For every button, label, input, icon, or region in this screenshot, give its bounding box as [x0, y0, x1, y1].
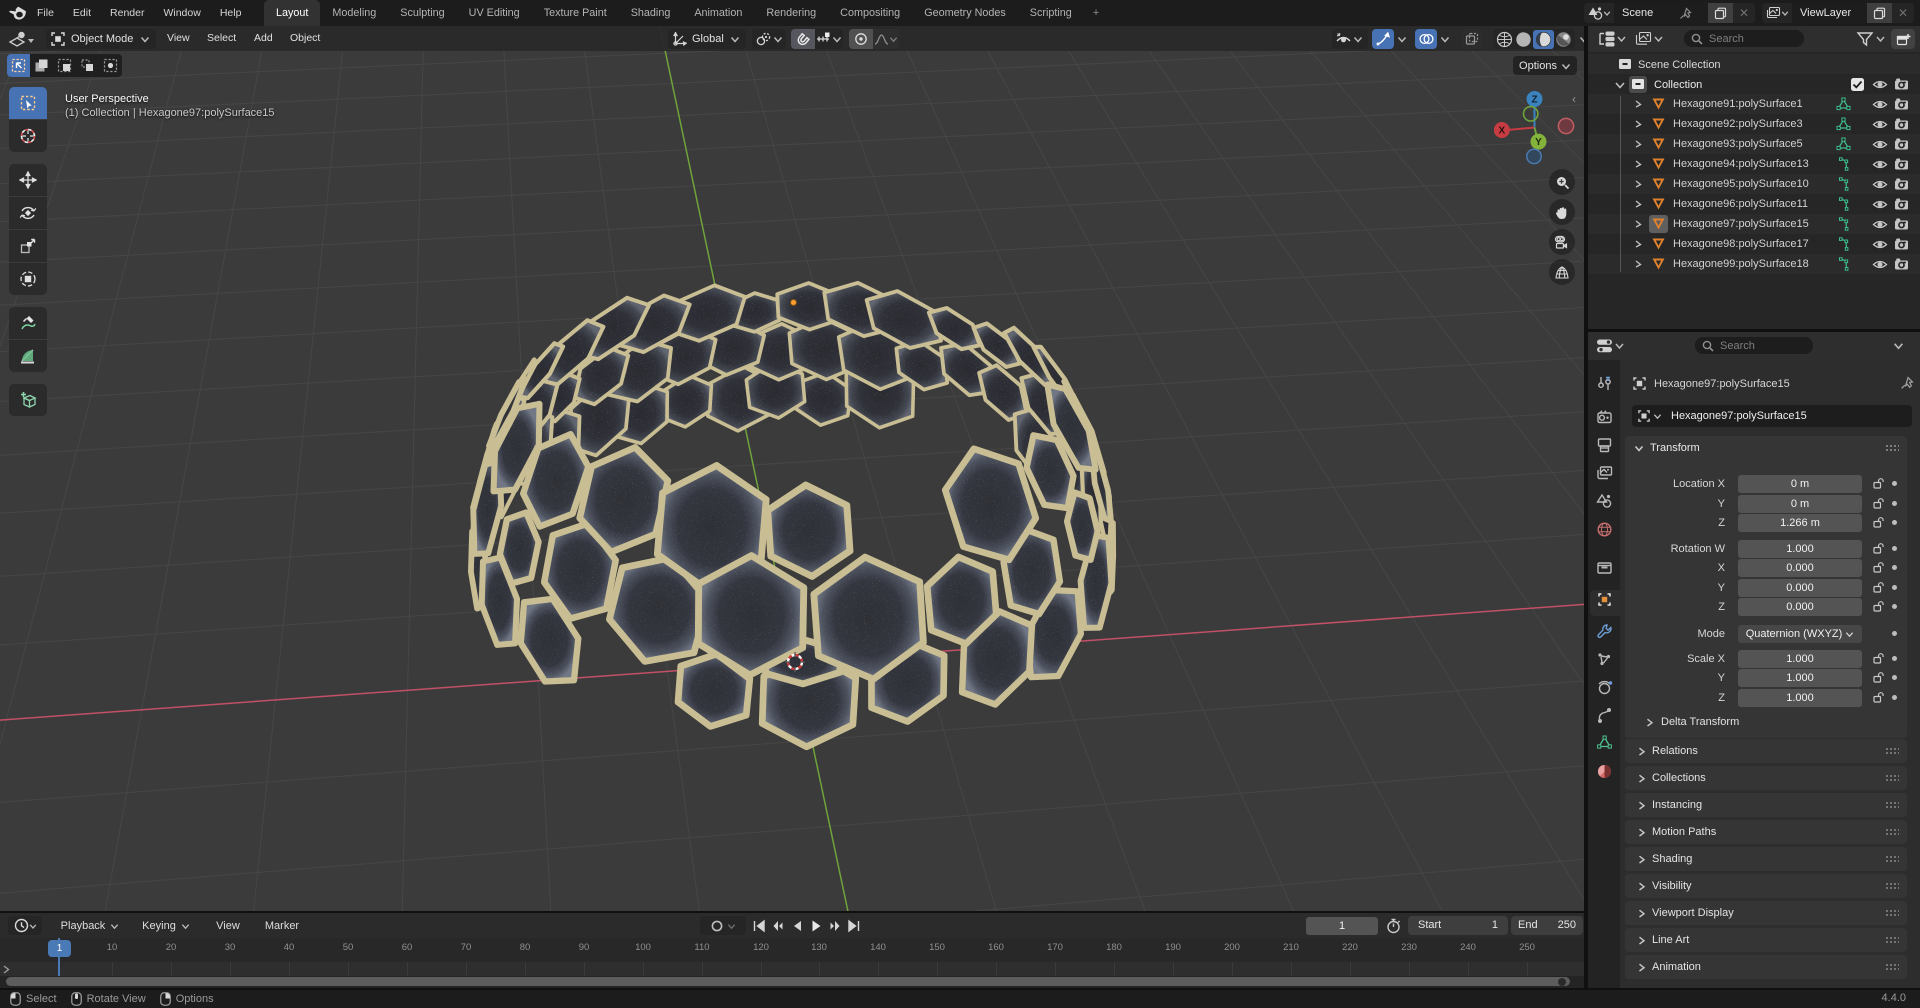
svg-text:X: X — [1498, 126, 1505, 137]
svg-text:Y: Y — [1535, 137, 1542, 148]
svg-text:Z: Z — [1531, 95, 1537, 106]
